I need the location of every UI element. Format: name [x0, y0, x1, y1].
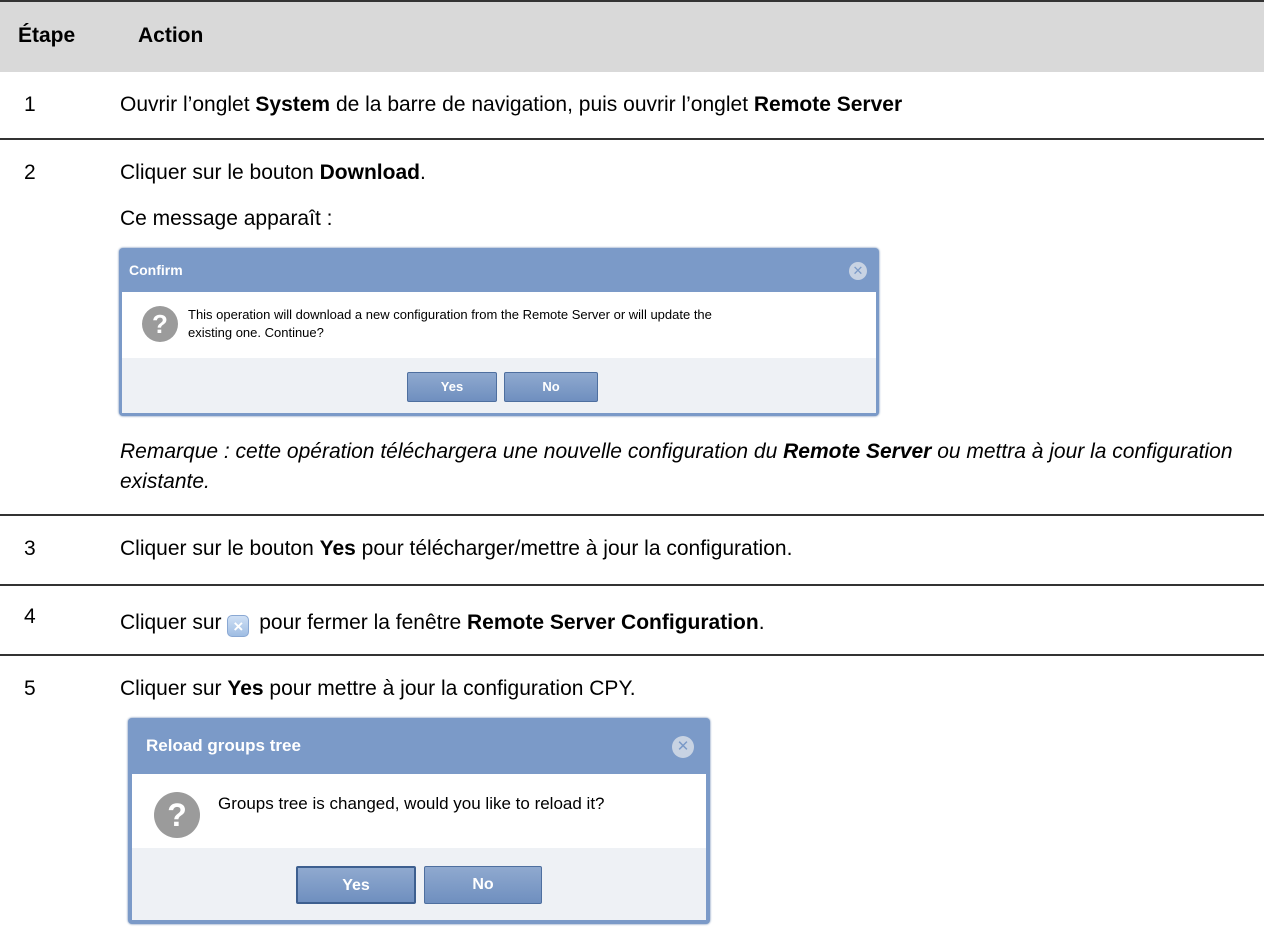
- step-number-1: 1: [24, 93, 36, 116]
- question-icon: ?: [142, 306, 178, 342]
- step-4-text: Cliquer sur × pour fermer la fenêtre Rem…: [120, 611, 765, 637]
- step-2-message: Ce message apparaît :: [120, 207, 333, 230]
- close-icon[interactable]: ✕: [849, 262, 867, 280]
- confirm-dialog: Confirm ✕ ? This operation will download…: [119, 248, 879, 416]
- no-button[interactable]: No: [504, 372, 598, 402]
- row-divider: [0, 138, 1264, 140]
- close-icon[interactable]: ✕: [672, 736, 694, 758]
- reload-dialog-body: ? Groups tree is changed, would you like…: [132, 774, 706, 848]
- step-number-2: 2: [24, 161, 36, 184]
- confirm-dialog-footer: Yes No: [122, 358, 876, 413]
- column-header-step: Étape: [18, 24, 76, 47]
- step-5-text: Cliquer sur Yes pour mettre à jour la co…: [120, 677, 636, 700]
- step-3-text: Cliquer sur le bouton Yes pour télécharg…: [120, 537, 793, 560]
- yes-button[interactable]: Yes: [407, 372, 497, 402]
- reload-dialog-message: Groups tree is changed, would you like t…: [218, 794, 605, 813]
- close-window-icon: ×: [227, 615, 250, 637]
- step-number-3: 3: [24, 537, 36, 560]
- confirm-dialog-title: Confirm: [129, 262, 183, 278]
- step-2-note: Remarque : cette opération téléchargera …: [120, 440, 1233, 493]
- confirm-dialog-message: This operation will download a new confi…: [188, 307, 712, 340]
- row-divider: [0, 584, 1264, 586]
- reload-dialog-footer: Yes No: [132, 848, 706, 920]
- step-number-5: 5: [24, 677, 36, 700]
- confirm-dialog-body: ? This operation will download a new con…: [122, 292, 876, 358]
- column-header-action: Action: [138, 24, 204, 47]
- reload-dialog-title: Reload groups tree: [146, 736, 301, 755]
- step-number-4: 4: [24, 605, 36, 628]
- no-button[interactable]: No: [424, 866, 542, 904]
- row-divider: [0, 514, 1264, 516]
- step-2-text: Cliquer sur le bouton Download.: [120, 161, 426, 184]
- row-divider: [0, 654, 1264, 656]
- reload-groups-dialog: Reload groups tree ✕ ? Groups tree is ch…: [128, 718, 710, 924]
- question-icon: ?: [154, 792, 200, 838]
- yes-button[interactable]: Yes: [296, 866, 416, 904]
- table-header: Étape Action: [0, 0, 1264, 72]
- step-1-text: Ouvrir l’onglet System de la barre de na…: [120, 93, 903, 116]
